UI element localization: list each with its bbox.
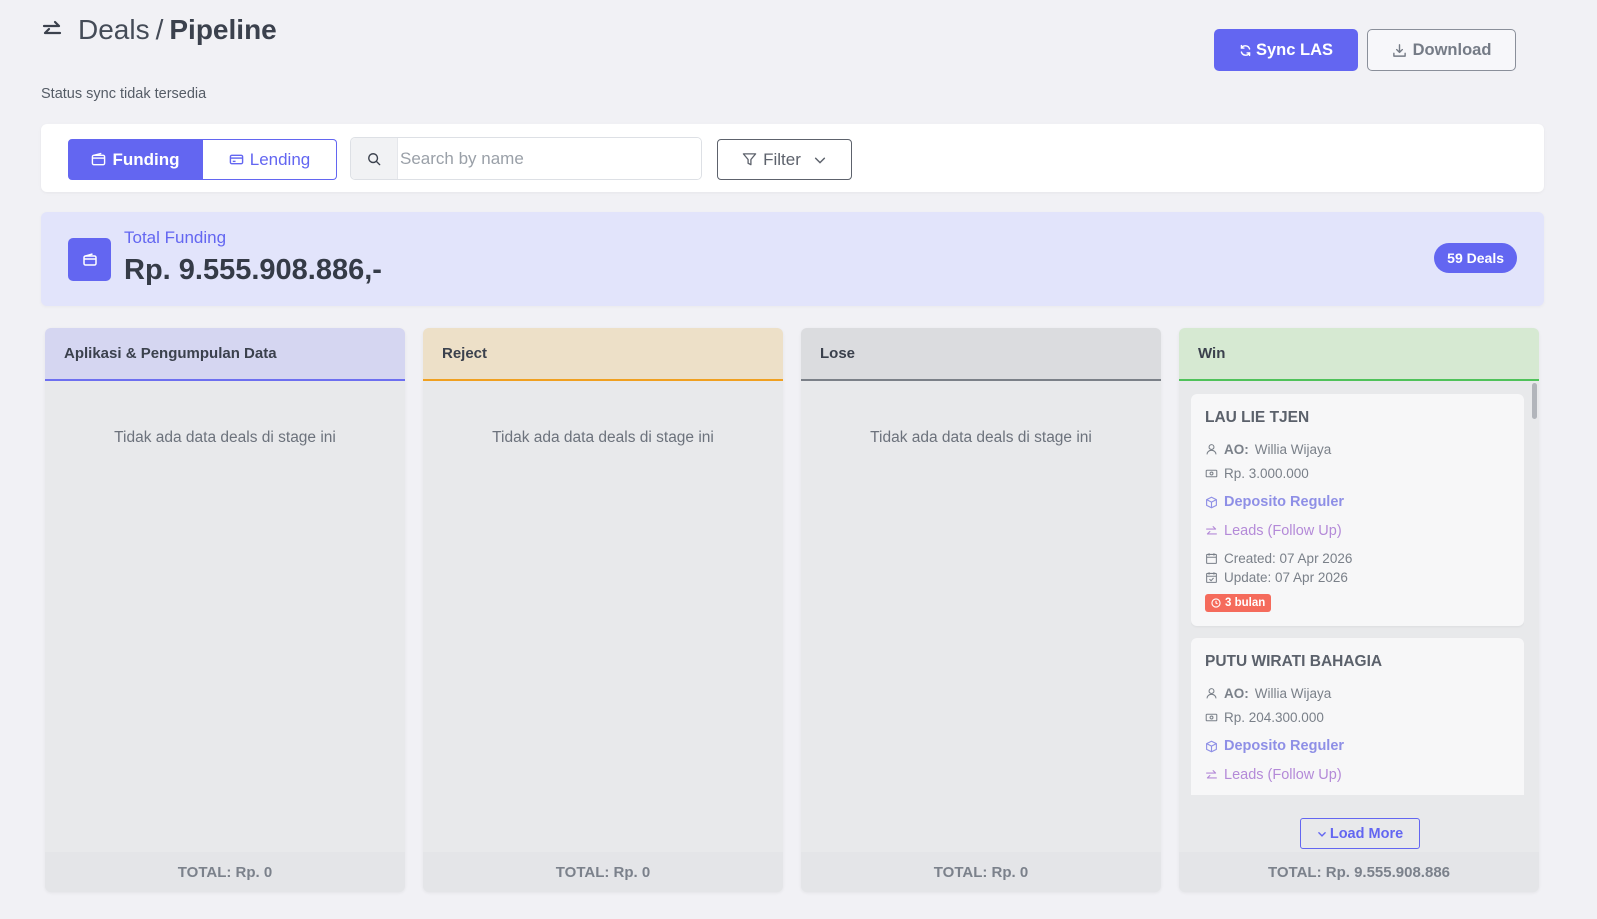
deal-card[interactable]: PUTU WIRATI BAHAGIA AO: Willia Wijaya Rp…: [1191, 638, 1524, 795]
deal-card-list[interactable]: LAU LIE TJEN AO: Willia Wijaya Rp. 3.000…: [1191, 394, 1524, 795]
sync-las-label: Sync LAS: [1255, 40, 1334, 59]
deal-ao-row: AO: Willia Wijaya: [1205, 683, 1510, 703]
user-icon: [1205, 443, 1218, 456]
wallet-icon: [68, 238, 111, 281]
ao-label: AO:: [1224, 441, 1249, 457]
deal-stage: Leads (Follow Up): [1224, 767, 1342, 783]
deal-product: Deposito Reguler: [1224, 494, 1345, 510]
deal-ao-row: AO: Willia Wijaya: [1205, 439, 1510, 459]
stage-column-title: Win: [1179, 328, 1539, 381]
tab-lending[interactable]: Lending: [203, 139, 337, 180]
stage-column-aplikasi: Aplikasi & Pengumpulan Data Tidak ada da…: [45, 328, 405, 892]
deal-stage-row: Leads (Follow Up): [1205, 520, 1510, 542]
swap-arrows-icon: [1205, 769, 1218, 782]
wallet-icon: [91, 152, 106, 167]
filter-label: Filter: [763, 149, 801, 169]
download-icon: [1392, 43, 1407, 58]
page-header: Deals / Pipeline: [40, 14, 277, 46]
total-funding-amount: Rp. 9.555.908.886,-: [124, 254, 382, 286]
clock-icon: [1211, 598, 1221, 608]
stage-column-reject: Reject Tidak ada data deals di stage ini…: [423, 328, 783, 892]
deal-product-row: Deposito Reguler: [1205, 491, 1510, 513]
deal-amount: Rp. 3.000.000: [1224, 465, 1309, 481]
stage-column-title: Lose: [801, 328, 1161, 381]
deal-amount-row: Rp. 204.300.000: [1205, 707, 1510, 727]
deal-customer-name: PUTU WIRATI BAHAGIA: [1205, 653, 1383, 670]
stage-column-lose: Lose Tidak ada data deals di stage ini T…: [801, 328, 1161, 892]
stage-column-win: Win LAU LIE TJEN AO: Willia Wijaya Rp. 3…: [1179, 328, 1539, 892]
download-button[interactable]: Download: [1367, 29, 1516, 71]
sync-las-button[interactable]: Sync LAS: [1214, 29, 1358, 71]
deals-pipeline-page: Deals / Pipeline Status sync tidak tersedi…: [0, 0, 1597, 919]
deal-amount: Rp. 204.300.000: [1224, 709, 1324, 725]
funding-lending-toggle: Funding Lending: [68, 139, 337, 180]
deal-amount-row: Rp. 3.000.000: [1205, 463, 1510, 483]
cash-icon: [1205, 467, 1218, 480]
deal-customer-name: LAU LIE TJEN: [1205, 409, 1310, 426]
deal-stage-row: Leads (Follow Up): [1205, 764, 1510, 786]
stage-column-total: TOTAL: Rp. 0: [423, 852, 783, 892]
search-icon: [351, 138, 398, 179]
credit-card-icon: [229, 152, 244, 167]
stage-column-total: TOTAL: Rp. 0: [801, 852, 1161, 892]
deal-updated-date: Update: 07 Apr 2026: [1224, 570, 1348, 585]
tab-funding[interactable]: Funding: [68, 139, 203, 180]
breadcrumb-current: Pipeline: [169, 14, 277, 45]
refresh-icon: [1239, 44, 1252, 57]
empty-state-text: Tidak ada data deals di stage ini: [114, 429, 336, 446]
chevron-down-icon: [1317, 829, 1327, 839]
deal-created-row: Created: 07 Apr 2026: [1205, 549, 1510, 568]
ao-name: Willia Wijaya: [1254, 441, 1332, 457]
swap-arrows-icon: [1205, 525, 1218, 538]
page-title: Deals / Pipeline: [78, 14, 277, 46]
box-icon: [1205, 740, 1218, 753]
deal-stage: Leads (Follow Up): [1224, 523, 1342, 539]
deal-created-date: Created: 07 Apr 2026: [1224, 551, 1353, 566]
tab-lending-label: Lending: [249, 149, 311, 169]
stage-column-total: TOTAL: Rp. 0: [45, 852, 405, 892]
deal-updated-row: Update: 07 Apr 2026: [1205, 568, 1510, 587]
cards-scrollbar[interactable]: [1532, 383, 1537, 419]
breadcrumb-parent: Deals: [78, 14, 150, 45]
search-box: [350, 137, 702, 180]
box-icon: [1205, 496, 1218, 509]
deal-product: Deposito Reguler: [1224, 738, 1345, 754]
deal-age-label: 3 bulan: [1225, 597, 1266, 609]
sync-status-text: Status sync tidak tersedia: [41, 86, 207, 102]
user-icon: [1205, 687, 1218, 700]
funnel-icon: [742, 152, 757, 167]
load-more-button[interactable]: Load More: [1300, 818, 1420, 849]
chevron-down-icon: [813, 153, 827, 167]
calendar-check-icon: [1205, 571, 1218, 584]
stage-column-title: Reject: [423, 328, 783, 381]
calendar-icon: [1205, 552, 1218, 565]
stage-column-title: Aplikasi & Pengumpulan Data: [45, 328, 405, 381]
total-funding-summary: Total Funding Rp. 9.555.908.886,- 59 Dea…: [41, 212, 1544, 306]
filter-button[interactable]: Filter: [717, 139, 852, 180]
header-actions: Sync LAS Download: [1214, 29, 1516, 71]
deal-product-row: Deposito Reguler: [1205, 735, 1510, 757]
deal-card[interactable]: LAU LIE TJEN AO: Willia Wijaya Rp. 3.000…: [1191, 394, 1524, 626]
tab-funding-label: Funding: [112, 149, 180, 169]
total-funding-label: Total Funding: [124, 228, 227, 247]
empty-state-text: Tidak ada data deals di stage ini: [492, 429, 714, 446]
search-input[interactable]: [398, 138, 701, 179]
ao-label: AO:: [1224, 685, 1249, 701]
deal-age-badge: 3 bulan: [1205, 594, 1272, 612]
stage-column-total: TOTAL: Rp. 9.555.908.886: [1179, 852, 1539, 892]
breadcrumb-separator: /: [155, 14, 164, 45]
filter-toolbar: Funding Lending Filter: [41, 124, 1544, 192]
load-more-label: Load More: [1329, 825, 1404, 842]
cash-icon: [1205, 711, 1218, 724]
download-label: Download: [1412, 40, 1492, 59]
ao-name: Willia Wijaya: [1254, 685, 1332, 701]
deals-count-badge: 59 Deals: [1434, 243, 1517, 273]
empty-state-text: Tidak ada data deals di stage ini: [870, 429, 1092, 446]
swap-arrows-icon: [40, 18, 64, 42]
